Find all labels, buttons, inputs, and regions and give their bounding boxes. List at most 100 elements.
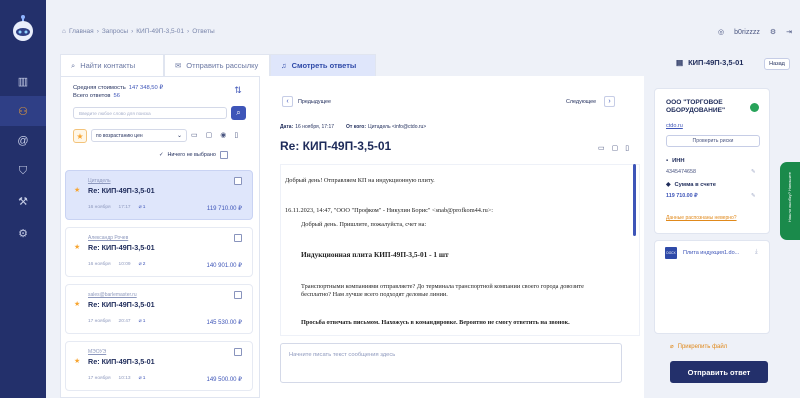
mail-from[interactable]: Цитадель <info@ctdo.ru>: [368, 124, 426, 130]
attach-file-button[interactable]: ⌀ Прикрепить файл: [670, 343, 727, 351]
back-button[interactable]: Назад: [764, 58, 790, 70]
attachment-name[interactable]: Плита индукция1.do...: [683, 250, 739, 256]
send-reply-button[interactable]: Отправить ответ: [670, 361, 768, 383]
select-all[interactable]: ✓ Ничего не выбрано: [159, 151, 228, 159]
tab-find-contacts[interactable]: ⌕ Найти контакты: [60, 54, 164, 76]
coins-icon: ◆: [666, 182, 671, 188]
edit-icon[interactable]: ✎: [751, 169, 756, 175]
report-wrong-data-link[interactable]: Данные распознаны неверно?: [666, 215, 737, 221]
supplier-site-link[interactable]: ctdo.ru: [666, 123, 683, 129]
mail-scrollbar[interactable]: [633, 164, 636, 236]
sidebar-item-contacts[interactable]: ⚇: [0, 96, 46, 126]
answer-card[interactable]: МЭОУЭ ★ Re: КИП-49П-3,5-01 17 ноября 10:1…: [65, 341, 253, 391]
select-all-checkbox[interactable]: [219, 151, 228, 159]
reply-textarea[interactable]: Начните писать текст сообщения здесь: [280, 343, 622, 383]
breadcrumb-requests[interactable]: Запросы: [102, 28, 128, 35]
globe-icon: [750, 103, 759, 112]
sidebar-item-mail[interactable]: @: [0, 126, 46, 156]
logout-icon[interactable]: ⇥: [786, 28, 792, 36]
paperclip-icon: ⌀: [670, 344, 674, 350]
breadcrumb-request[interactable]: КИП-49П-3,5-01: [136, 28, 184, 35]
answer-card[interactable]: Цитадель ★ Re: КИП-49П-3,5-01 16 ноября 1…: [65, 170, 253, 220]
answer-checkbox[interactable]: [234, 234, 242, 242]
user-name[interactable]: b0rizzzz: [734, 29, 760, 36]
inn-label: ▪ ИНН: [666, 158, 685, 164]
download-icon[interactable]: ⤓: [755, 249, 758, 256]
prev-arrow-icon[interactable]: ‹: [282, 96, 293, 107]
supplier-card: ООО "ТОРГОВОЕ ОБОРУДОВАНИЕ" ctdo.ru Пров…: [654, 88, 770, 234]
answer-meta: 17 ноября 10:13 ⌀ 1: [88, 376, 146, 381]
attachments-card: DOCX Плита индукция1.do... ⤓: [654, 240, 770, 334]
answer-subject: Re: КИП-49П-3,5-01: [88, 186, 155, 195]
star-icon[interactable]: ★: [74, 357, 80, 365]
edit-icon[interactable]: ✎: [751, 193, 756, 199]
answer-sender[interactable]: Александр Рочев: [88, 235, 128, 241]
total-answers: Всего ответов 56: [73, 93, 120, 99]
attachment-count: ⌀ 2: [138, 262, 146, 267]
user-icon[interactable]: ◎: [718, 28, 724, 36]
folder-icon[interactable]: ▭: [191, 131, 198, 139]
trash-icon[interactable]: ▯: [234, 131, 238, 139]
request-title: ▤ КИП-49П-3,5-01: [676, 58, 744, 67]
gear-icon[interactable]: ⚙: [770, 28, 776, 36]
prev-mail-link[interactable]: Предыдущее: [298, 99, 331, 105]
star-icon: ★: [76, 131, 84, 141]
inn-value: 4345474658: [666, 169, 696, 175]
answer-subject: Re: КИП-49П-3,5-01: [88, 300, 155, 309]
star-icon[interactable]: ★: [74, 300, 80, 308]
topbar: ⌂ Главная › Запросы › КИП-49П-3,5-01 › Отве…: [46, 22, 800, 42]
mail-quote-greeting: Добрый день. Пришлите, пожалуйста, счет …: [301, 221, 427, 228]
search-button[interactable]: ⌕: [231, 106, 246, 120]
answer-meta: 16 ноября 10:09 ⌀ 2: [88, 262, 146, 267]
answer-checkbox[interactable]: [234, 177, 242, 185]
mail-note: Просьба отвечать письмом. Нахожусь в ком…: [301, 319, 570, 326]
star-icon[interactable]: ★: [74, 243, 80, 251]
sum-label: ◆ Сумма в счете: [666, 182, 716, 188]
comment-icon[interactable]: ▢: [206, 131, 213, 139]
gear-icon: ⚙: [18, 227, 28, 240]
next-arrow-icon[interactable]: ›: [604, 96, 615, 107]
trash-icon[interactable]: ▯: [625, 144, 629, 152]
answer-checkbox[interactable]: [234, 348, 242, 356]
answer-meta: 17 ноября 20:47 ⌀ 1: [88, 319, 146, 324]
answer-meta: 16 ноября 17:17 ⌀ 1: [88, 205, 146, 210]
answer-sender[interactable]: Цитадель: [88, 178, 111, 184]
swap-icon[interactable]: ⇅: [231, 85, 245, 97]
answer-card[interactable]: Александр Рочев ★ Re: КИП-49П-3,5-01 16 …: [65, 227, 253, 277]
feedback-side-tab[interactable]: Нашли ошибку? Напишите: [780, 162, 800, 240]
answer-sender[interactable]: sales@barlemaster.ru: [88, 292, 137, 298]
favorites-filter-button[interactable]: ★: [73, 129, 87, 143]
comment-icon[interactable]: ▢: [612, 144, 619, 152]
eye-icon[interactable]: ◉: [220, 131, 226, 139]
answer-checkbox[interactable]: [234, 291, 242, 299]
answers-list-panel: Средняя стоимость 147 348,50 ₽ Всего отве…: [60, 76, 260, 398]
robot-logo-icon[interactable]: [10, 14, 36, 44]
sidebar-item-analytics[interactable]: ▥: [0, 66, 46, 96]
search-input[interactable]: Введите любое слово для поиска: [73, 107, 227, 119]
mail-greeting: Добрый день! Отправляем КП на индукционн…: [285, 177, 435, 184]
tab-view-answers[interactable]: ♫ Смотреть ответы: [270, 54, 376, 76]
answer-price: 145 530.00 ₽: [206, 320, 242, 326]
mail-transport-line-1: Транспортными компаниями отправляете? До…: [301, 283, 584, 290]
star-icon[interactable]: ★: [74, 186, 80, 194]
tab-send-mailing[interactable]: ✉ Отправить рассылку: [164, 54, 270, 76]
next-mail-link[interactable]: Следующее: [566, 99, 596, 105]
search-icon: ⌕: [236, 108, 241, 117]
tabs: ⌕ Найти контакты ✉ Отправить рассылку ♫ Смо…: [60, 54, 376, 76]
sidebar-item-tools[interactable]: ⚒: [0, 186, 46, 216]
check-risks-button[interactable]: Проверить риски: [666, 135, 760, 147]
sidebar-item-settings[interactable]: ⚙: [0, 218, 46, 248]
mail-meta: Дата: 16 ноября, 17:17 От кого: Цитадель <…: [280, 124, 427, 130]
sidebar-item-security[interactable]: ⛉: [0, 156, 46, 186]
sort-select[interactable]: по возрастанию цен ⌄: [91, 129, 187, 142]
folder-icon[interactable]: ▭: [598, 144, 605, 152]
breadcrumb-home[interactable]: Главная: [69, 28, 94, 35]
mail-toolbar: ▭ ▢ ▯: [598, 144, 629, 152]
shield-icon: ⛉: [18, 164, 28, 177]
document-icon: ▤: [676, 58, 684, 67]
answer-card[interactable]: sales@barlemaster.ru ★ Re: КИП-49П-3,5-0…: [65, 284, 253, 334]
supplier-name: ООО "ТОРГОВОЕ ОБОРУДОВАНИЕ": [666, 99, 726, 114]
id-card-icon: ▪: [666, 158, 669, 164]
answer-sender[interactable]: МЭОУЭ: [88, 349, 106, 355]
home-icon[interactable]: ⌂: [62, 28, 66, 35]
